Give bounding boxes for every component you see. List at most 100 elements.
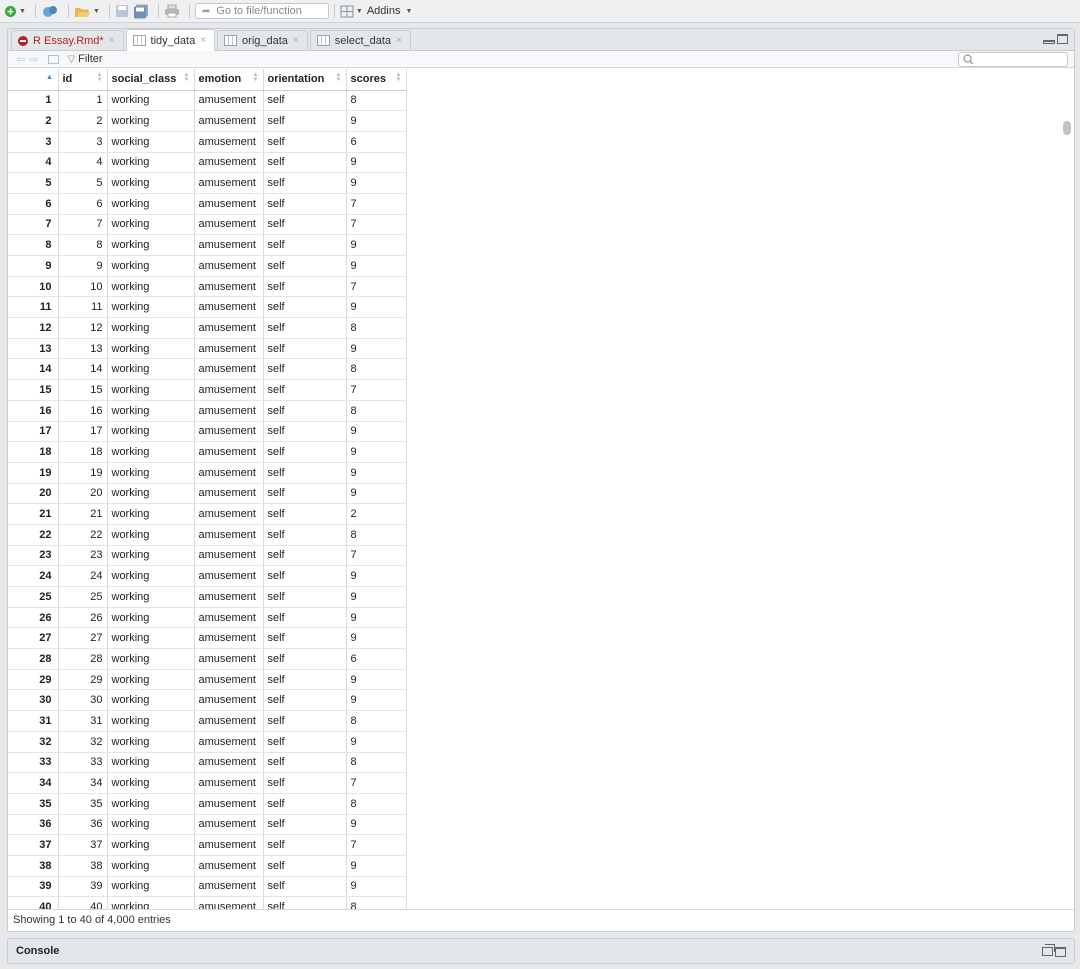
print-button[interactable] (164, 2, 180, 20)
table-row[interactable]: 16 16 working amusement self 8 (8, 400, 407, 422)
vertical-scrollbar[interactable] (1063, 121, 1071, 135)
cell-scores: 7 (346, 545, 407, 567)
table-row[interactable]: 13 13 working amusement self 9 (8, 338, 407, 360)
tab-orig-data[interactable]: orig_data × (217, 30, 308, 50)
table-row[interactable]: 12 12 working amusement self 8 (8, 317, 407, 339)
table-row[interactable]: 27 27 working amusement self 9 (8, 627, 407, 650)
back-arrow-icon[interactable]: ⇦ (16, 53, 25, 66)
table-row[interactable]: 28 28 working amusement self 6 (8, 648, 407, 670)
minimize-icon[interactable] (1043, 40, 1055, 44)
table-row[interactable]: 5 5 working amusement self 9 (8, 172, 407, 194)
table-row[interactable]: 38 38 working amusement self 9 (8, 855, 407, 877)
close-icon[interactable]: × (200, 35, 206, 46)
save-button[interactable] (115, 2, 129, 20)
table-row[interactable]: 36 36 working amusement self 9 (8, 814, 407, 836)
print-icon (164, 4, 179, 18)
tab-label: select_data (334, 34, 392, 47)
row-number: 14 (8, 358, 59, 381)
table-row[interactable]: 33 33 working amusement self 8 (8, 752, 407, 774)
close-icon[interactable]: × (396, 35, 402, 46)
column-header-scores[interactable]: scores ▲ ▼ (346, 69, 407, 91)
column-header-emotion[interactable]: emotion ▲ ▼ (194, 69, 264, 91)
table-row[interactable]: 23 23 working amusement self 7 (8, 545, 407, 567)
table-row[interactable]: 31 31 working amusement self 8 (8, 710, 407, 732)
table-row[interactable]: 8 8 working amusement self 9 (8, 234, 407, 256)
row-number: 4 (8, 152, 59, 174)
table-row[interactable]: 37 37 working amusement self 7 (8, 834, 407, 856)
cell-social-class: working (107, 193, 195, 215)
table-row[interactable]: 40 40 working amusement self 8 (8, 896, 407, 909)
close-icon[interactable]: × (109, 35, 115, 46)
table-row[interactable]: 30 30 working amusement self 9 (8, 689, 407, 712)
rownum-header[interactable]: ▲ (8, 69, 59, 91)
cell-social-class: working (107, 545, 195, 567)
table-row[interactable]: 20 20 working amusement self 9 (8, 483, 407, 505)
workspace-panes-button[interactable]: ▼ (340, 2, 363, 20)
table-row[interactable]: 3 3 working amusement self 6 (8, 131, 407, 153)
filter-button[interactable]: ▽ Filter (67, 53, 102, 65)
new-file-button[interactable]: ▼ (4, 2, 26, 20)
restore-icon[interactable] (1042, 944, 1055, 956)
table-row[interactable]: 22 22 working amusement self 8 (8, 524, 407, 546)
goto-file-function-input[interactable]: ➦ Go to file/function (194, 3, 329, 19)
cell-scores: 8 (346, 317, 407, 339)
table-row[interactable]: 17 17 working amusement self 9 (8, 421, 407, 443)
table-row[interactable]: 14 14 working amusement self 8 (8, 358, 407, 381)
tab-r-essay[interactable]: R Essay.Rmd* × (11, 30, 124, 50)
entries-status: Showing 1 to 40 of 4,000 entries (8, 909, 1074, 931)
table-row[interactable]: 39 39 working amusement self 9 (8, 876, 407, 898)
table-row[interactable]: 19 19 working amusement self 9 (8, 462, 407, 484)
data-grid[interactable]: ▲ id ▲ ▼ social_class ▲ ▼ emotion ▲ ▼ orientat… (8, 69, 1074, 909)
table-row[interactable]: 35 35 working amusement self 8 (8, 793, 407, 815)
tab-select-data[interactable]: select_data × (309, 30, 411, 50)
cell-social-class: working (107, 503, 195, 525)
cell-id: 14 (58, 358, 108, 381)
cell-emotion: amusement (194, 358, 264, 381)
cell-emotion: amusement (194, 462, 264, 484)
table-row[interactable]: 6 6 working amusement self 7 (8, 193, 407, 215)
popout-window-icon[interactable] (48, 54, 60, 64)
table-row[interactable]: 32 32 working amusement self 9 (8, 731, 407, 753)
column-header-id[interactable]: id ▲ ▼ (58, 69, 108, 91)
table-row[interactable]: 2 2 working amusement self 9 (8, 110, 407, 132)
cell-social-class: working (107, 90, 195, 112)
table-row[interactable]: 24 24 working amusement self 9 (8, 565, 407, 587)
cell-emotion: amusement (194, 648, 264, 670)
console-pane[interactable]: Console (7, 938, 1075, 964)
row-number: 37 (8, 834, 59, 856)
tab-tidy-data[interactable]: tidy_data × (125, 29, 216, 51)
table-row[interactable]: 25 25 working amusement self 9 (8, 586, 407, 608)
addins-menu[interactable]: Addins ▼ (367, 5, 413, 17)
new-project-button[interactable] (41, 2, 59, 20)
table-row[interactable]: 9 9 working amusement self 9 (8, 255, 407, 277)
forward-arrow-icon[interactable]: ⇨ (29, 53, 38, 66)
search-input[interactable] (958, 52, 1068, 67)
maximize-icon[interactable] (1055, 947, 1066, 957)
save-all-button[interactable] (133, 2, 149, 20)
open-file-button[interactable]: ▼ (74, 2, 100, 20)
table-row[interactable]: 1 1 working amusement self 8 (8, 90, 407, 112)
table-row[interactable]: 26 26 working amusement self 9 (8, 607, 407, 629)
cell-emotion: amusement (194, 524, 264, 546)
table-row[interactable]: 7 7 working amusement self 7 (8, 214, 407, 236)
table-row[interactable]: 10 10 working amusement self 7 (8, 276, 407, 298)
cell-emotion: amusement (194, 400, 264, 422)
cell-social-class: working (107, 441, 195, 463)
column-header-orientation[interactable]: orientation ▲ ▼ (263, 69, 347, 91)
table-row[interactable]: 29 29 working amusement self 9 (8, 669, 407, 691)
cell-scores: 9 (346, 855, 407, 877)
close-icon[interactable]: × (293, 35, 299, 46)
column-header-social-class[interactable]: social_class ▲ ▼ (107, 69, 195, 91)
cell-orientation: self (263, 110, 347, 132)
data-table-icon (132, 35, 146, 46)
table-row[interactable]: 34 34 working amusement self 7 (8, 772, 407, 794)
cell-emotion: amusement (194, 545, 264, 567)
table-row[interactable]: 4 4 working amusement self 9 (8, 152, 407, 174)
table-row[interactable]: 11 11 working amusement self 9 (8, 296, 407, 319)
table-row[interactable]: 15 15 working amusement self 7 (8, 379, 407, 401)
maximize-icon[interactable] (1057, 34, 1068, 44)
table-row[interactable]: 18 18 working amusement self 9 (8, 441, 407, 463)
table-row[interactable]: 21 21 working amusement self 2 (8, 503, 407, 525)
cell-id: 36 (58, 814, 108, 836)
cell-id: 28 (58, 648, 108, 670)
